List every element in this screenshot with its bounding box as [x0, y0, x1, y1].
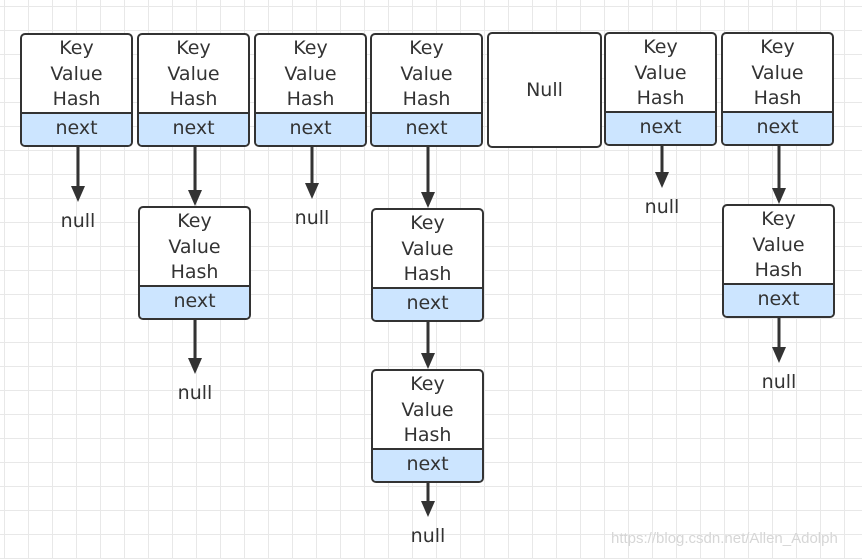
- arrowhead: [772, 347, 786, 363]
- arrowhead: [188, 190, 202, 206]
- arrowhead: [421, 353, 435, 369]
- arrowhead: [655, 172, 669, 188]
- watermark: https://blog.csdn.net/Allen_Adolph: [611, 530, 838, 547]
- arrowhead: [772, 188, 786, 204]
- arrowhead: [188, 358, 202, 374]
- arrowhead: [71, 186, 85, 202]
- arrowhead: [421, 192, 435, 208]
- arrowhead: [305, 183, 319, 199]
- arrowhead: [421, 501, 435, 517]
- arrows: [71, 146, 786, 517]
